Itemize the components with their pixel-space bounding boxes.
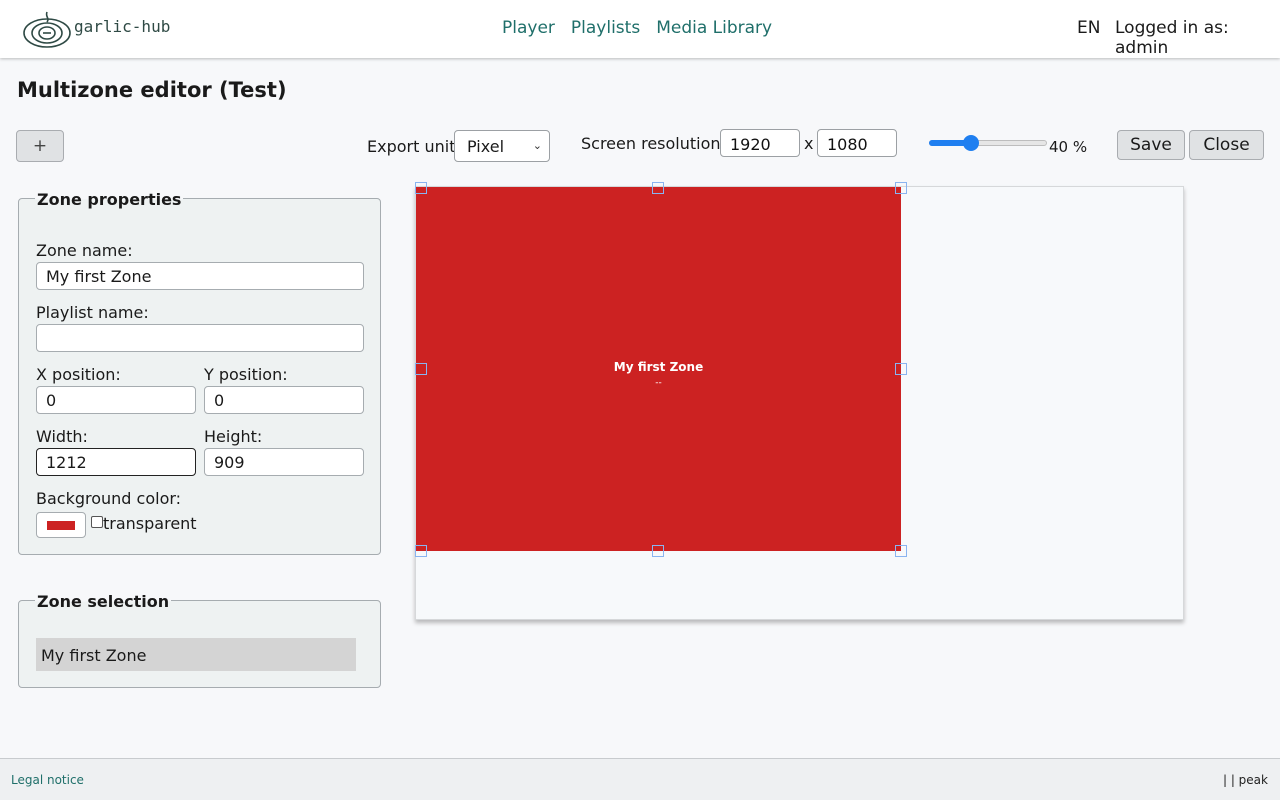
playlist-name-input[interactable] xyxy=(36,324,364,352)
x-position-input[interactable]: 0 xyxy=(36,386,196,414)
garlic-logo-icon xyxy=(23,11,71,48)
chevron-down-icon: ⌄ xyxy=(532,139,542,152)
resize-handle-top-right[interactable] xyxy=(895,182,907,194)
zone-selection-legend: Zone selection xyxy=(35,592,172,611)
zone-name-label: Zone name: xyxy=(36,241,133,260)
resolution-height-input[interactable]: 1080 xyxy=(817,129,897,157)
resolution-width-input[interactable]: 1920 xyxy=(720,129,800,157)
resize-handle-right[interactable] xyxy=(895,363,907,375)
zone-canvas[interactable]: My first Zone -- xyxy=(415,182,1184,620)
zone-properties-panel: Zone properties Zone name: My first Zone… xyxy=(18,190,381,555)
color-swatch xyxy=(47,521,75,530)
zone-properties-legend: Zone properties xyxy=(35,190,184,209)
legal-notice-link[interactable]: Legal notice xyxy=(11,773,84,787)
zoom-slider-thumb[interactable] xyxy=(963,135,979,151)
width-label: Width: xyxy=(36,427,88,446)
save-button[interactable]: Save xyxy=(1117,130,1185,160)
zone-rectangle[interactable]: My first Zone -- xyxy=(416,187,901,551)
add-zone-button[interactable]: + xyxy=(16,130,64,162)
zone-name-input[interactable]: My first Zone xyxy=(36,262,364,290)
page-title: Multizone editor (Test) xyxy=(17,78,287,102)
export-unit-value: Pixel xyxy=(467,137,505,156)
nav-playlists[interactable]: Playlists xyxy=(571,18,640,38)
zone-rect-label: My first Zone xyxy=(613,360,704,374)
nav-player[interactable]: Player xyxy=(502,18,555,38)
logo[interactable]: garlic-hub xyxy=(22,8,172,48)
width-input[interactable]: 1212 xyxy=(36,448,196,476)
background-color-picker[interactable] xyxy=(36,512,86,538)
y-position-label: Y position: xyxy=(204,365,288,384)
zone-selection-panel: Zone selection My first Zone xyxy=(18,592,381,688)
resize-handle-bottom-left[interactable] xyxy=(415,545,427,557)
resolution-separator: x xyxy=(804,134,814,153)
footer-version: | | peak xyxy=(1222,773,1268,787)
x-position-label: X position: xyxy=(36,365,121,384)
playlist-name-label: Playlist name: xyxy=(36,303,149,322)
export-unit-label: Export unit xyxy=(367,137,456,156)
zoom-slider[interactable] xyxy=(929,135,1047,151)
language-selector[interactable]: EN xyxy=(1077,18,1100,38)
transparent-checkbox[interactable] xyxy=(91,516,103,528)
resize-handle-top-left[interactable] xyxy=(415,182,427,194)
y-position-input[interactable]: 0 xyxy=(204,386,364,414)
background-color-label: Background color: xyxy=(36,489,182,508)
resize-handle-bottom[interactable] xyxy=(652,545,664,557)
logo-text: garlic-hub xyxy=(74,16,171,36)
main-nav: Player Playlists Media Library xyxy=(502,18,772,38)
close-button[interactable]: Close xyxy=(1189,130,1264,160)
zoom-value: 40 % xyxy=(1049,138,1088,156)
nav-media-library[interactable]: Media Library xyxy=(656,18,772,38)
top-header: garlic-hub Player Playlists Media Librar… xyxy=(0,0,1280,58)
transparent-label: transparent xyxy=(103,514,197,533)
user-status[interactable]: Logged in as: admin xyxy=(1115,18,1280,58)
resize-handle-left[interactable] xyxy=(415,363,427,375)
zone-rect-sublabel: -- xyxy=(655,378,662,388)
height-input[interactable]: 909 xyxy=(204,448,364,476)
screen-resolution-label: Screen resolution: xyxy=(581,134,726,153)
resize-handle-bottom-right[interactable] xyxy=(895,545,907,557)
footer: Legal notice | | peak xyxy=(0,758,1280,800)
resize-handle-top[interactable] xyxy=(652,182,664,194)
export-unit-select[interactable]: Pixel ⌄ xyxy=(454,130,550,162)
zone-list-item[interactable]: My first Zone xyxy=(36,638,356,671)
height-label: Height: xyxy=(204,427,263,446)
